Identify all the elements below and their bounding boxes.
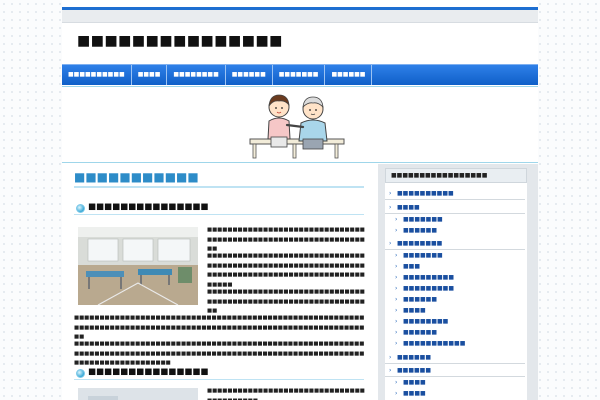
section-heading-1: ■■■■■■■■■■■■■■■ — [74, 202, 364, 215]
sidebar-category-4[interactable]: › ■■■■■■ — [385, 352, 525, 364]
sidebar-subitem-label: ■■■■ — [403, 390, 426, 397]
arrow-right-icon: › — [389, 190, 392, 197]
section-heading-2: ■■■■■■■■■■■■■■■ — [74, 367, 364, 380]
arrow-right-icon: › — [395, 227, 398, 234]
sidebar-panel: ■■■■■■■■■■■■■■■■■ › ■■■■■■■■■■ › ■■■■ › … — [385, 168, 527, 400]
arrow-right-icon: › — [395, 318, 398, 325]
paragraph-4: ■■■■■■■■■■■■■■■■■■■■■■■■■■■■■■■■■■■■■■■■… — [74, 315, 365, 340]
sidebar-subitem-label: ■■■■■■■■ — [403, 318, 449, 325]
rehab-room-photo — [78, 227, 198, 305]
arrow-right-icon: › — [395, 379, 398, 386]
arrow-right-icon: › — [395, 329, 398, 336]
sidebar-subitem-label: ■■■■ — [403, 379, 426, 386]
site-title[interactable]: ■■■■■■■■■■■■■■■ — [77, 33, 283, 49]
arrow-right-icon: › — [395, 263, 398, 270]
bullet-icon — [76, 204, 85, 213]
section-2-photo — [78, 388, 198, 400]
paragraph-5: ■■■■■■■■■■■■■■■■■■■■■■■■■■■■■■■■■■■■■■■■… — [74, 341, 365, 366]
nav-item-5[interactable]: ■■■■■■■ — [273, 65, 326, 85]
sidebar-subitem-label: ■■■■■■■ — [403, 216, 443, 223]
hero-banner — [62, 86, 538, 163]
sidebar-subitem-label: ■■■■■■■■■■■ — [403, 340, 466, 347]
main-heading: ■■■■■■■■■■■ — [74, 170, 364, 188]
arrow-right-icon: › — [395, 307, 398, 314]
arrow-right-icon: › — [389, 367, 392, 374]
sidebar-subitem-label: ■■■■ — [403, 307, 426, 314]
arrow-right-icon: › — [395, 216, 398, 223]
arrow-right-icon: › — [395, 390, 398, 397]
section-title-1: ■■■■■■■■■■■■■■■ — [88, 202, 209, 212]
arrow-right-icon: › — [395, 296, 398, 303]
arrow-right-icon: › — [395, 340, 398, 347]
paragraph-3: ■■■■■■■■■■■■■■■■■■■■■■■■■■■■■■■■■■■■■■■■… — [207, 289, 365, 314]
sidebar-category-5[interactable]: › ■■■■■■ — [385, 365, 525, 377]
sidebar-subitem-label: ■■■■■■ — [403, 227, 438, 234]
caregiver-illustration — [249, 94, 345, 159]
sidebar-category-3[interactable]: › ■■■■■■■■ — [385, 238, 525, 250]
arrow-right-icon: › — [395, 252, 398, 259]
nav-item-6[interactable]: ■■■■■■ — [325, 65, 373, 85]
sidebar-subitem-label: ■■■■■■ — [403, 329, 438, 336]
sidebar-category-1[interactable]: › ■■■■■■■■■■ — [385, 188, 525, 200]
page-wrapper: ■■■■■■■■■■■■■■■ ■■■■■■■■■■ ■■■■ ■■■■■■■■… — [62, 0, 538, 400]
sidebar: ■■■■■■■■■■■■■■■■■ › ■■■■■■■■■■ › ■■■■ › … — [378, 164, 538, 400]
arrow-right-icon: › — [389, 354, 392, 361]
sidebar-category-label: ■■■■■■ — [397, 354, 432, 361]
nav-item-1[interactable]: ■■■■■■■■■■ — [62, 65, 132, 85]
global-nav: ■■■■■■■■■■ ■■■■ ■■■■■■■■ ■■■■■■ ■■■■■■■ … — [62, 64, 538, 85]
nav-item-4[interactable]: ■■■■■■ — [226, 65, 273, 85]
sidebar-title: ■■■■■■■■■■■■■■■■■ — [385, 168, 527, 183]
sidebar-category-2[interactable]: › ■■■■ — [385, 202, 525, 214]
arrow-right-icon: › — [389, 204, 392, 211]
sidebar-category-label: ■■■■ — [397, 204, 420, 211]
sidebar-subitem-label: ■■■■■■■ — [403, 252, 443, 259]
top-strip — [62, 10, 538, 23]
sidebar-category-label: ■■■■■■ — [397, 367, 432, 374]
nav-item-2[interactable]: ■■■■ — [132, 65, 168, 85]
sidebar-subitem-label: ■■■■■■■■■ — [403, 274, 455, 281]
sidebar-subitem-label: ■■■■■■ — [403, 296, 438, 303]
arrow-right-icon: › — [395, 274, 398, 281]
sidebar-subitem-label: ■■■ — [403, 263, 421, 270]
paragraph-6: ■■■■■■■■■■■■■■■■■■■■■■■■■■■■■■■■■■■■■■■■… — [207, 388, 365, 400]
paragraph-1: ■■■■■■■■■■■■■■■■■■■■■■■■■■■■■■■■■■■■■■■■… — [207, 227, 365, 252]
arrow-right-icon: › — [395, 285, 398, 292]
sidebar-category-label: ■■■■■■■■ — [397, 240, 443, 247]
nav-item-3[interactable]: ■■■■■■■■ — [167, 65, 226, 85]
section-title-2: ■■■■■■■■■■■■■■■ — [88, 367, 209, 377]
main-content: ■■■■■■■■■■■ ■■■■■■■■■■■■■■■ ■■■■■■■■■■■■… — [74, 170, 365, 400]
sidebar-category-label: ■■■■■■■■■■ — [397, 190, 454, 197]
bullet-icon — [76, 369, 85, 378]
arrow-right-icon: › — [389, 240, 392, 247]
paragraph-2: ■■■■■■■■■■■■■■■■■■■■■■■■■■■■■■■■■■■■■■■■… — [207, 253, 365, 288]
sidebar-subitem-label: ■■■■■■■■■ — [403, 285, 455, 292]
